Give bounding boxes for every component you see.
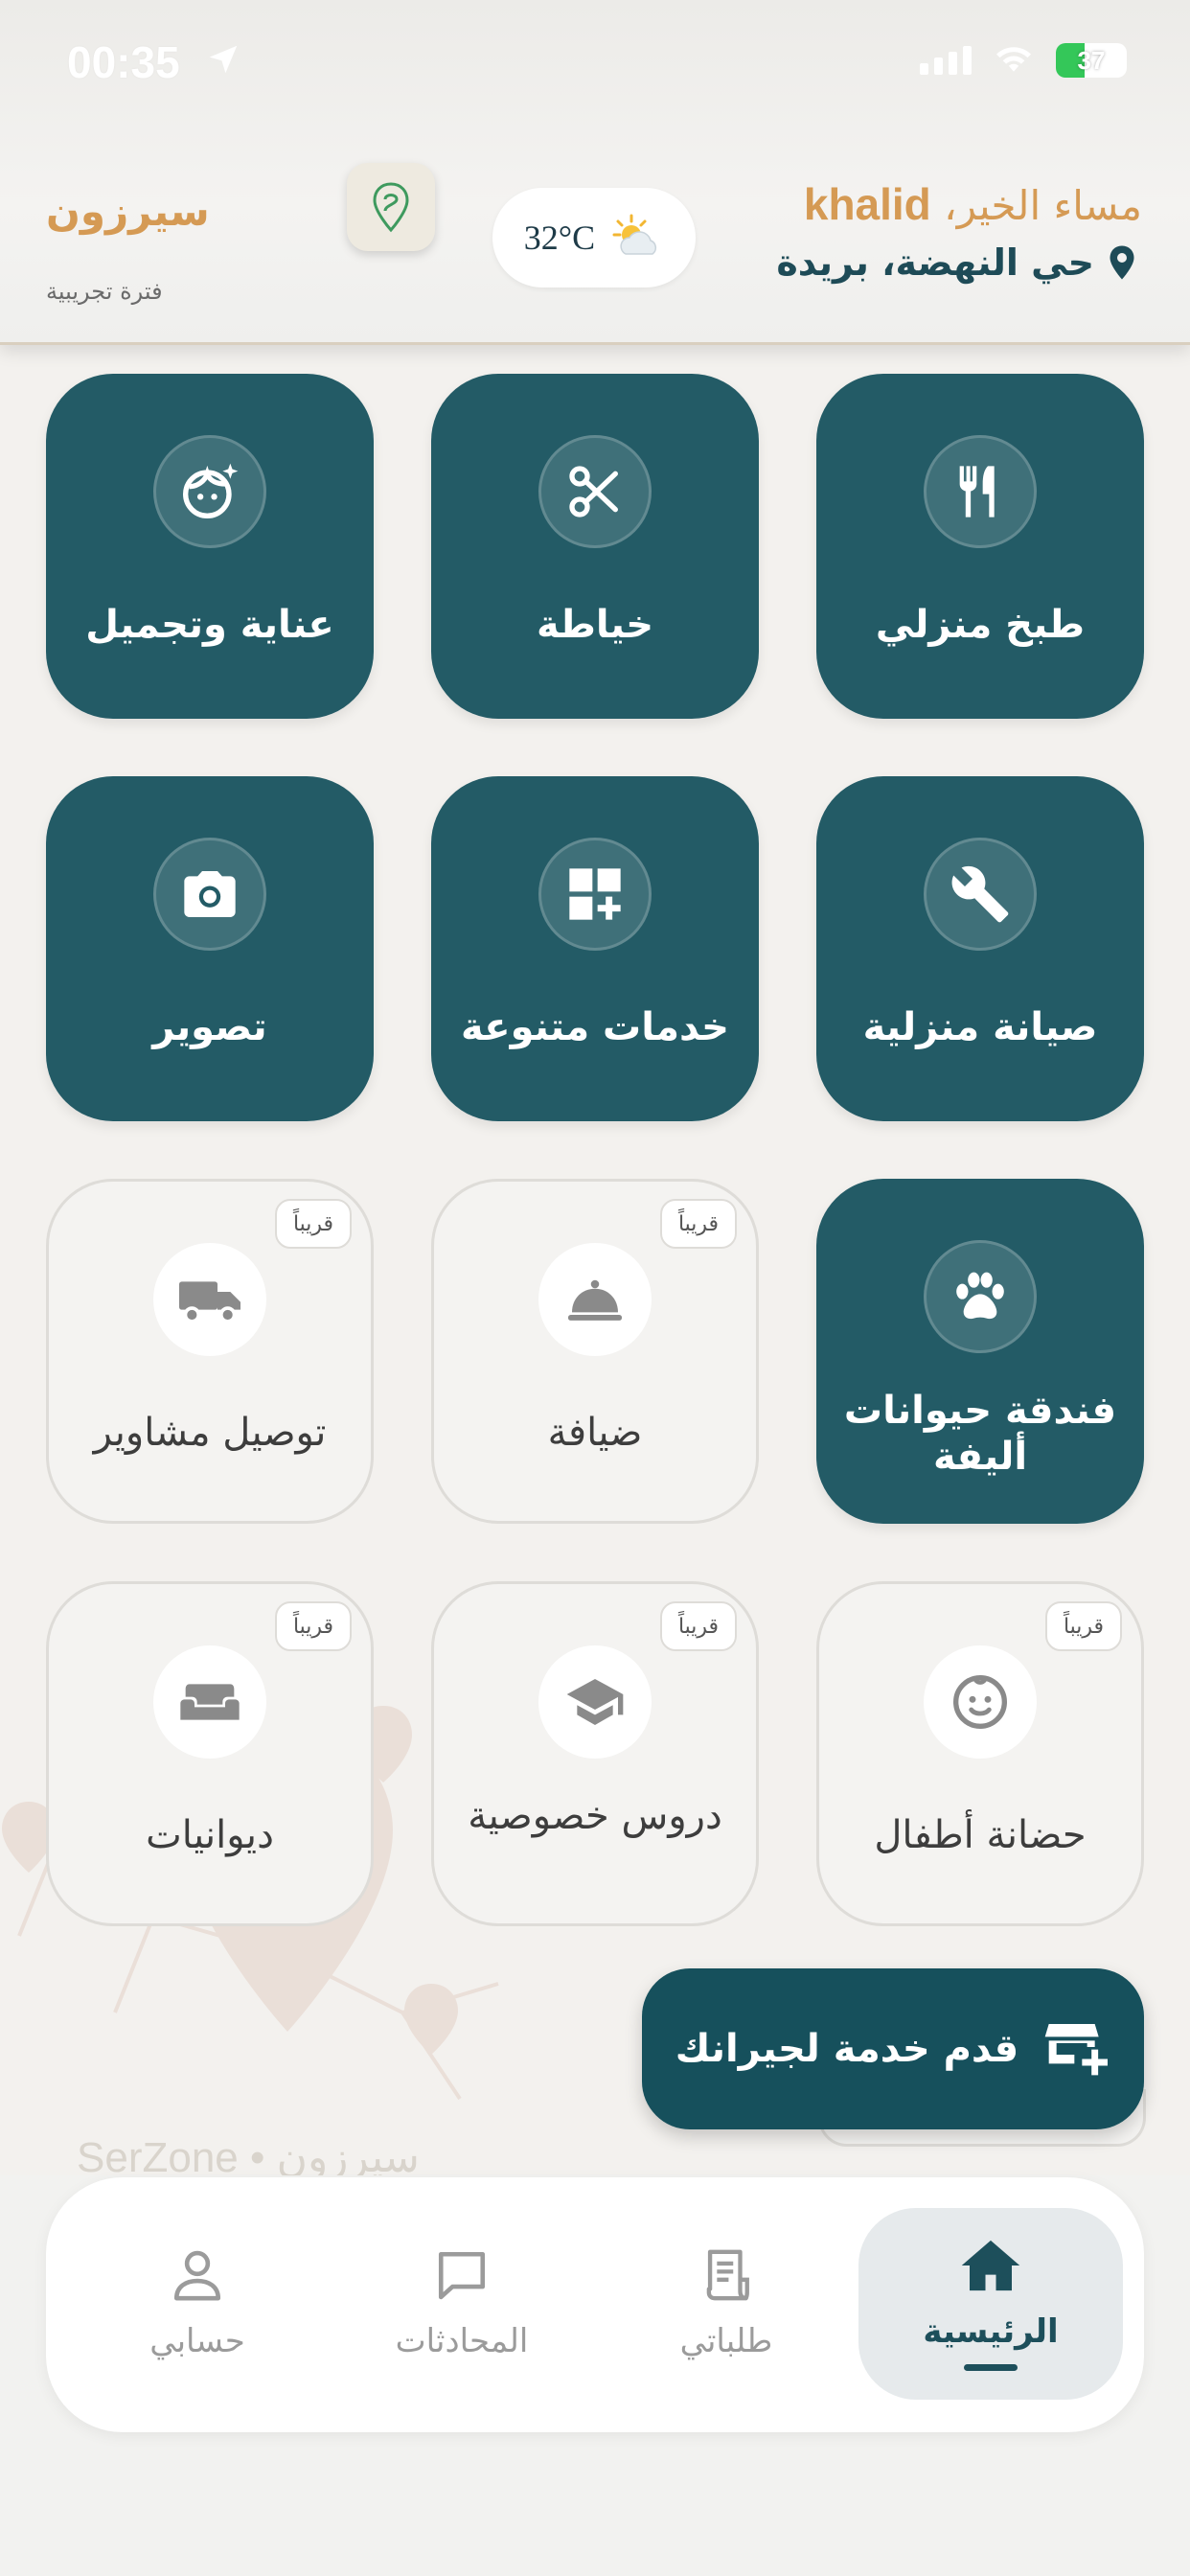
temperature: 32°C [523,218,596,257]
camera-icon [153,838,266,951]
scissors-icon [538,435,652,548]
bottom-nav: الرئيسية طلباتي المحادثات حسابي [46,2177,1144,2432]
fork-knife-icon [924,435,1037,548]
service-diwaniyat: قريباً ديوانيات [46,1581,374,1926]
nav-label: الرئيسية [923,2312,1059,2351]
offer-button-label: قدم خدمة لجيرانك [675,2027,1019,2071]
selected-indicator [964,2363,1018,2371]
coming-soon-badge: قريباً [275,1601,352,1651]
service-label: ديوانيات [146,1813,274,1857]
battery-percent: 37 [1077,45,1106,75]
service-label: توصيل مشاوير [93,1411,327,1455]
nav-label: المحادثات [395,2322,529,2360]
service-childcare: قريباً حضانة أطفال [816,1581,1144,1926]
coming-soon-badge: قريباً [660,1601,737,1651]
sofa-icon [153,1645,266,1759]
service-photography[interactable]: تصوير [46,776,374,1121]
brand-name: سيرزون [46,188,210,235]
nav-account[interactable]: حسابي [65,2208,330,2400]
service-label: حضانة أطفال [874,1813,1087,1857]
coming-soon-badge: قريباً [1045,1601,1122,1651]
clock-text: 00:35 [67,37,180,87]
greeting-prefix: مساء الخير، [944,182,1142,229]
trial-label: فترة تجريبية [46,278,163,305]
nav-my-orders[interactable]: طلباتي [594,2208,858,2400]
service-home-cooking[interactable]: طبخ منزلي [816,374,1144,719]
wrench-icon [924,838,1037,951]
service-label: تصوير [152,1005,267,1049]
offer-service-button[interactable]: قدم خدمة لجيرانك [642,1968,1144,2129]
service-label: طبخ منزلي [875,603,1086,647]
battery-icon: 37 [1056,43,1127,78]
service-label: ضيافة [547,1411,643,1455]
weather-widget: 32°C [492,188,696,288]
service-home-maintenance[interactable]: صيانة منزلية [816,776,1144,1121]
coming-soon-badge: قريباً [660,1199,737,1249]
location-arrow-icon [205,36,241,88]
graduation-cap-icon [538,1645,652,1759]
service-private-lessons: قريباً دروس خصوصية [431,1581,759,1926]
location-selector[interactable]: حي النهضة، بريدة [776,242,1136,284]
cloche-icon [538,1243,652,1356]
nav-home[interactable]: الرئيسية [858,2208,1123,2400]
service-pet-hotel[interactable]: فندقة حيوانات أليفة [816,1179,1144,1524]
service-label: دروس خصوصية [468,1794,722,1838]
greeting: مساء الخير، khalid [804,178,1142,230]
service-tailoring[interactable]: خياطة [431,374,759,719]
status-time: 00:35 [67,36,241,88]
nav-chats[interactable]: المحادثات [330,2208,594,2400]
face-sparkle-icon [153,435,266,548]
truck-icon [153,1243,266,1356]
store-add-icon [1043,2016,1110,2082]
wifi-icon [993,42,1035,79]
cellular-signal-icon [920,46,972,75]
service-label: عناية وتجميل [85,603,334,647]
nav-label: حسابي [149,2322,245,2360]
partly-sunny-icon [608,212,664,264]
coming-soon-badge: قريباً [275,1199,352,1249]
grid-plus-icon [538,838,652,951]
receipt-icon [706,2249,749,2301]
service-label: خياطة [536,603,654,647]
service-beauty-care[interactable]: عناية وتجميل [46,374,374,719]
service-various[interactable]: خدمات متنوعة [431,776,759,1121]
paw-icon [924,1240,1037,1353]
service-hospitality: قريباً ضيافة [431,1179,759,1524]
service-ride-delivery: قريباً توصيل مشاوير [46,1179,374,1524]
location-text: حي النهضة، بريدة [776,242,1094,284]
app-logo [347,163,435,251]
service-label: فندقة حيوانات أليفة [843,1389,1117,1479]
chat-icon [438,2251,486,2300]
map-pin-icon [1110,245,1134,280]
status-indicators: 37 [920,42,1127,79]
service-label: صيانة منزلية [862,1005,1098,1049]
home-icon [961,2240,1020,2290]
person-icon [173,2250,221,2301]
nav-label: طلباتي [679,2322,773,2360]
service-label: خدمات متنوعة [461,1005,729,1049]
app-header: 00:35 37 مساء الخير، khalid حي النهضة، ب… [0,0,1190,345]
baby-face-icon [924,1645,1037,1759]
user-name: khalid [803,179,931,229]
